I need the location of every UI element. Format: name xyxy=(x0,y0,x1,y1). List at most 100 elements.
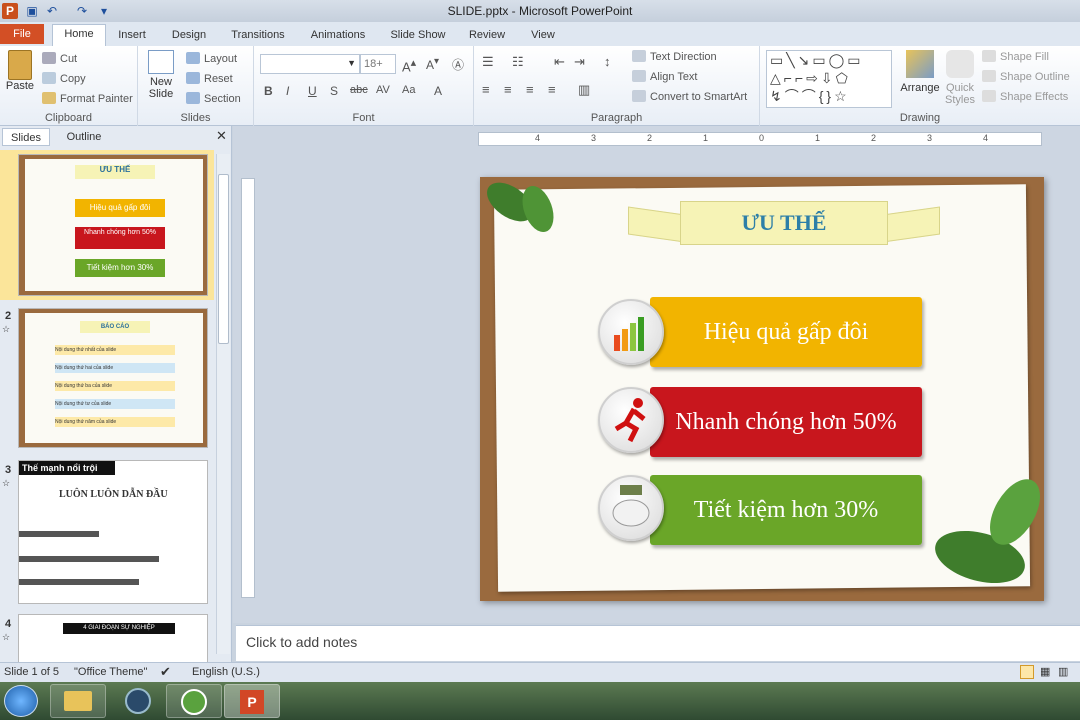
align-text-button[interactable]: Align Text xyxy=(632,70,698,83)
reset-button[interactable]: Reset xyxy=(186,72,233,85)
numbering-icon[interactable]: ☷ xyxy=(512,54,524,70)
font-size-value: 18+ xyxy=(364,58,383,70)
bar-chart-icon xyxy=(614,317,644,351)
slide-sorter-icon[interactable]: ▦ xyxy=(1040,665,1050,678)
tab-slides[interactable]: Slides xyxy=(2,128,50,146)
align-center-icon[interactable]: ≡ xyxy=(504,82,512,97)
section-icon xyxy=(186,92,200,104)
start-button[interactable] xyxy=(4,685,38,717)
reset-label: Reset xyxy=(204,73,233,85)
browser-taskbar-icon[interactable] xyxy=(166,684,222,718)
font-size-select[interactable]: 18+ xyxy=(360,54,396,74)
drawing-group: ▭╲↘▭◯▭ △⌐⌐⇨⇩⬠ ↯⌒⌒{}☆ Arrange Quick Styles … xyxy=(760,46,1080,126)
cut-button[interactable]: Cut xyxy=(42,52,77,65)
theme-name[interactable]: "Office Theme" xyxy=(74,666,147,678)
shadow-icon[interactable]: S xyxy=(330,84,338,98)
item-3-box[interactable]: Tiết kiệm hơn 30% xyxy=(650,475,922,545)
layout-button[interactable]: Layout xyxy=(186,52,237,65)
tab-view[interactable]: View xyxy=(522,26,564,46)
shape-outline-icon xyxy=(982,70,996,82)
convert-smartart-button[interactable]: Convert to SmartArt xyxy=(632,90,747,103)
slide-thumbnail-3[interactable]: Thế mạnh nổi trội LUÔN LUÔN DẪN ĐẦU xyxy=(18,460,208,604)
pane-scrollbar[interactable] xyxy=(216,154,230,654)
text-direction-button[interactable]: Text Direction xyxy=(632,50,717,63)
format-painter-button[interactable]: Format Painter xyxy=(42,92,133,105)
new-slide-label: New xyxy=(149,76,172,88)
quick-styles-button[interactable]: Quick Styles xyxy=(942,50,978,106)
font-family-select[interactable]: ▼ xyxy=(260,54,360,74)
slide-thumbnail-2[interactable]: BÁO CÁO Nội dung thứ nhất của slide Nội … xyxy=(18,308,208,448)
shrink-font-icon[interactable]: A▾ xyxy=(426,56,439,72)
normal-view-icon[interactable] xyxy=(1020,665,1034,679)
powerpoint-taskbar-icon[interactable]: P xyxy=(224,684,280,718)
font-color-icon[interactable]: A xyxy=(434,84,442,98)
new-slide-button[interactable]: New Slide xyxy=(142,50,180,100)
thumb-item: Nội dung thứ tư của slide xyxy=(55,399,175,409)
explorer-taskbar-icon[interactable] xyxy=(50,684,106,718)
tab-review[interactable]: Review xyxy=(462,26,512,46)
tab-animations[interactable]: Animations xyxy=(304,26,372,46)
slide-thumbnail-4[interactable]: 4 GIAI ĐOẠN SỰ NGHIỆP xyxy=(18,614,208,662)
arrow-shape xyxy=(19,579,139,585)
slide-title[interactable]: ƯU THẾ xyxy=(680,201,888,245)
tab-slide-show[interactable]: Slide Show xyxy=(384,26,452,46)
clear-formatting-icon[interactable]: Ⓐ xyxy=(452,56,464,73)
align-right-icon[interactable]: ≡ xyxy=(526,82,534,97)
paste-icon xyxy=(8,50,32,80)
shape-fill-icon xyxy=(982,50,996,62)
tab-insert[interactable]: Insert xyxy=(110,26,154,46)
ruler-tick: 1 xyxy=(703,133,709,143)
thumb-title: 4 GIAI ĐOẠN SỰ NGHIỆP xyxy=(63,623,175,634)
item-1-box[interactable]: Hiệu quả gấp đôi xyxy=(650,297,922,367)
arrow-shape xyxy=(19,556,159,562)
shapes-gallery[interactable]: ▭╲↘▭◯▭ △⌐⌐⇨⇩⬠ ↯⌒⌒{}☆ xyxy=(766,50,892,108)
clipboard-group: Paste Cut Copy Format Painter Clipboard xyxy=(0,46,138,126)
shape-effects-button[interactable]: Shape Effects xyxy=(982,90,1068,103)
align-left-icon[interactable]: ≡ xyxy=(482,82,490,97)
star-icon: ☆ xyxy=(2,478,11,488)
shape-effects-icon xyxy=(982,90,996,102)
tab-outline[interactable]: Outline xyxy=(54,128,114,146)
shape-fill-button[interactable]: Shape Fill xyxy=(982,50,1049,63)
notes-pane[interactable]: Click to add notes xyxy=(236,625,1080,661)
growth-chart-icon xyxy=(598,299,664,365)
shape-outline-button[interactable]: Shape Outline xyxy=(982,70,1070,83)
arrange-button[interactable]: Arrange xyxy=(898,50,942,94)
tab-design[interactable]: Design xyxy=(164,26,214,46)
tab-home[interactable]: Home xyxy=(52,24,106,46)
reading-view-icon[interactable]: ▥ xyxy=(1058,665,1068,678)
tab-transitions[interactable]: Transitions xyxy=(224,26,292,46)
slides-group: New Slide Layout Reset Section Slides xyxy=(138,46,254,126)
section-button[interactable]: Section xyxy=(186,92,241,105)
tab-file[interactable]: File xyxy=(0,24,44,44)
underline-icon[interactable]: U xyxy=(308,84,317,98)
paste-button[interactable]: Paste xyxy=(4,50,36,92)
scrollbar-thumb[interactable] xyxy=(218,174,229,344)
language[interactable]: English (U.S.) xyxy=(192,666,260,678)
current-slide[interactable]: ƯU THẾ Hiệu quả gấp đôi Nhanh chóng hơn … xyxy=(480,177,1044,601)
star-icon: ☆ xyxy=(2,632,11,642)
italic-icon[interactable]: I xyxy=(286,84,289,98)
character-spacing-icon[interactable]: AV xyxy=(376,84,390,96)
bullets-icon[interactable]: ☰ xyxy=(482,54,494,70)
slide-thumbnail-1[interactable]: ƯU THẾ Hiệu quả gấp đôi Nhanh chóng hơn … xyxy=(18,154,208,296)
copy-button[interactable]: Copy xyxy=(42,72,86,85)
bold-icon[interactable]: B xyxy=(264,84,273,98)
columns-icon[interactable]: ▥ xyxy=(578,82,590,98)
shape-outline-label: Shape Outline xyxy=(1000,71,1070,83)
strikethrough-icon[interactable]: abc xyxy=(350,84,368,96)
increase-indent-icon[interactable]: ⇥ xyxy=(574,54,585,70)
change-case-icon[interactable]: Aa xyxy=(402,84,415,96)
new-slide-label-2: Slide xyxy=(148,88,174,100)
item-2-box[interactable]: Nhanh chóng hơn 50% xyxy=(650,387,922,457)
thumb-title: BÁO CÁO xyxy=(80,321,150,333)
line-spacing-icon[interactable]: ↕ xyxy=(604,54,611,69)
copy-icon xyxy=(42,72,56,84)
grow-font-icon[interactable]: A▴ xyxy=(402,56,416,74)
close-icon[interactable]: ✕ xyxy=(216,128,227,144)
justify-icon[interactable]: ≡ xyxy=(548,82,556,97)
title-bar: P ▣ ↶ ↷ ▾ SLIDE.pptx - Microsoft PowerPo… xyxy=(0,0,1080,22)
app-taskbar-icon[interactable] xyxy=(110,684,166,718)
spell-check-icon[interactable]: ✔ xyxy=(160,664,171,680)
decrease-indent-icon[interactable]: ⇤ xyxy=(554,54,565,70)
